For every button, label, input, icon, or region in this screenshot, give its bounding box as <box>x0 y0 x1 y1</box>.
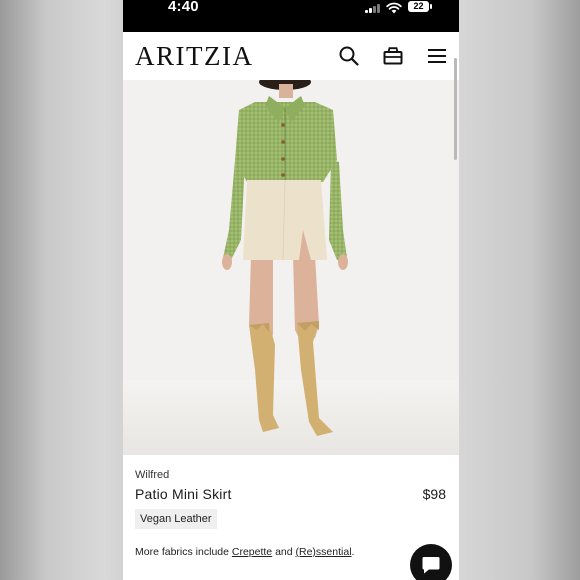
product-name: Patio Mini Skirt <box>135 486 232 502</box>
search-icon[interactable] <box>337 44 361 68</box>
menu-icon[interactable] <box>425 44 449 68</box>
fabric-link-ressential[interactable]: (Re)ssential <box>296 546 352 558</box>
fabrics-suffix: . <box>351 546 355 558</box>
product-image[interactable] <box>123 80 459 455</box>
brand-logo[interactable]: ARITZIA <box>135 41 253 71</box>
material-chip[interactable]: Vegan Leather <box>135 509 217 529</box>
product-brand[interactable]: Wilfred <box>135 469 169 481</box>
bag-icon[interactable] <box>381 44 405 68</box>
chat-button[interactable] <box>410 544 452 580</box>
page-scrollbar[interactable] <box>454 58 457 160</box>
battery-tip <box>430 4 432 9</box>
fabrics-and: and <box>272 546 296 558</box>
status-bar: 4:40 22 <box>123 0 459 32</box>
blurred-background-right <box>459 0 580 580</box>
product-price: $98 <box>422 486 446 502</box>
phone-screen: 4:40 22 ARITZIA Wilfred Patio Mini Skirt… <box>123 0 459 580</box>
product-info: Wilfred Patio Mini Skirt $98 Vegan Leath… <box>123 455 459 580</box>
chat-bubble-icon <box>422 557 440 574</box>
fabric-link-crepette[interactable]: Crepette <box>232 546 272 558</box>
fabrics-prefix: More fabrics include <box>135 546 232 558</box>
wifi-icon <box>386 1 402 14</box>
battery-indicator: 22 <box>408 1 429 12</box>
status-time: 4:40 <box>168 0 199 15</box>
more-fabrics-text: More fabrics include Crepette and (Re)ss… <box>135 546 354 558</box>
cellular-signal-icon <box>365 3 381 13</box>
site-header: ARITZIA <box>123 32 459 80</box>
